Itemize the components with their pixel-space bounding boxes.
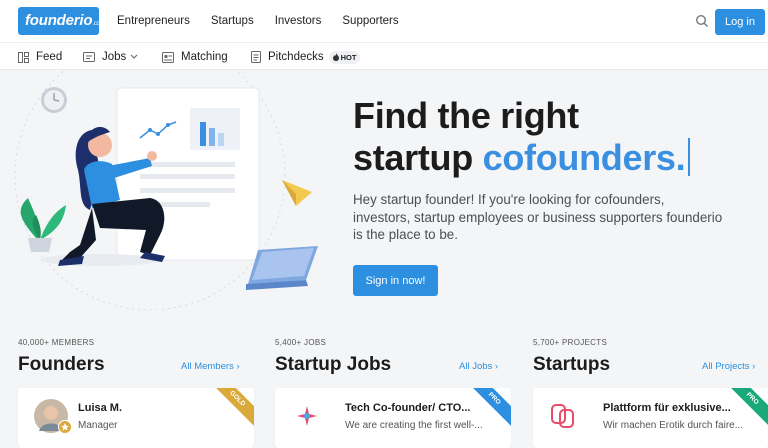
founder-role: Manager bbox=[78, 420, 118, 431]
jobs-section-header: 5,400+ JOBS Startup Jobs All Jobs › bbox=[275, 338, 498, 375]
all-jobs-link[interactable]: All Jobs › bbox=[459, 361, 498, 372]
sub-navbar: Feed Jobs Matching Pitchdecks HOT bbox=[0, 42, 768, 70]
nav-investors[interactable]: Investors bbox=[275, 15, 322, 27]
startups-section-header: 5,700+ PROJECTS Startups All Projects › bbox=[533, 338, 755, 375]
star-badge-icon bbox=[58, 420, 72, 434]
job-title: Tech Co-founder/ CTO... bbox=[345, 402, 471, 414]
founder-name: Luisa M. bbox=[78, 402, 123, 414]
feed-icon bbox=[18, 51, 29, 63]
startup-description: Wir machen Erotik durch faire... bbox=[603, 420, 744, 431]
hero-illustration bbox=[14, 70, 318, 310]
hot-badge: HOT bbox=[328, 50, 361, 64]
subnav-feed-label: Feed bbox=[36, 51, 63, 63]
founder-card[interactable]: Luisa M. Manager GOLD bbox=[18, 388, 254, 448]
main-nav: Entrepreneurs Startups Investors Support… bbox=[117, 0, 420, 42]
founders-kicker: 40,000+ MEMBERS bbox=[18, 338, 95, 347]
search-icon[interactable] bbox=[695, 14, 709, 28]
job-card[interactable]: Tech Co-founder/ CTO... We are creating … bbox=[275, 388, 511, 448]
nav-entrepreneurs[interactable]: Entrepreneurs bbox=[117, 15, 190, 27]
chevron-right-icon: › bbox=[752, 361, 756, 372]
job-description: We are creating the first well-... bbox=[345, 420, 483, 431]
startups-title: Startups bbox=[533, 354, 611, 375]
founders-section-header: 40,000+ MEMBERS Founders All Members › bbox=[18, 338, 240, 375]
hero-heading-line1: Find the right bbox=[353, 95, 579, 136]
subnav-matching[interactable]: Matching bbox=[162, 43, 228, 71]
document-board bbox=[116, 87, 260, 261]
jobs-kicker: 5,400+ JOBS bbox=[275, 338, 327, 347]
pitchdeck-icon bbox=[251, 51, 261, 63]
jobs-title: Startup Jobs bbox=[275, 354, 392, 375]
subnav-feed[interactable]: Feed bbox=[18, 43, 62, 71]
subnav-pitchdecks-label: Pitchdecks bbox=[268, 51, 324, 63]
founderio-logo[interactable]: founderio.com bbox=[18, 7, 105, 35]
all-projects-link[interactable]: All Projects › bbox=[702, 361, 755, 372]
subnav-matching-label: Matching bbox=[181, 51, 228, 63]
top-navbar: founderio.com Entrepreneurs Startups Inv… bbox=[0, 0, 768, 42]
chevron-right-icon: › bbox=[236, 361, 240, 372]
clock-icon bbox=[41, 87, 67, 113]
chevron-right-icon: › bbox=[494, 361, 499, 372]
startup-logo-icon bbox=[551, 404, 574, 428]
hero-heading-accent: cofounders. bbox=[482, 137, 686, 178]
sign-in-button[interactable]: Sign in now! bbox=[353, 265, 438, 296]
flame-icon bbox=[332, 53, 339, 61]
hero-heading-line2: startup bbox=[353, 137, 483, 178]
startup-card[interactable]: Plattform für exklusive... Wir machen Er… bbox=[533, 388, 768, 448]
gold-ribbon: GOLD bbox=[207, 388, 254, 429]
chevron-down-icon bbox=[130, 54, 138, 59]
text-cursor bbox=[688, 138, 691, 176]
plant-icon bbox=[20, 198, 66, 252]
subnav-pitchdecks[interactable]: Pitchdecks HOT bbox=[251, 43, 361, 71]
subnav-jobs-label: Jobs bbox=[102, 51, 127, 63]
founders-title: Founders bbox=[18, 354, 105, 375]
jobs-icon bbox=[83, 52, 95, 62]
login-button[interactable]: Log in bbox=[715, 9, 765, 35]
matching-icon bbox=[162, 51, 174, 63]
job-logo-icon bbox=[297, 406, 317, 426]
paper-plane-icon bbox=[282, 180, 312, 206]
nav-supporters[interactable]: Supporters bbox=[342, 15, 398, 27]
subnav-jobs[interactable]: Jobs bbox=[83, 43, 138, 71]
hero-heading: Find the right startup cofounders. bbox=[353, 95, 691, 179]
startups-kicker: 5,700+ PROJECTS bbox=[533, 338, 608, 347]
startup-title: Plattform für exklusive... bbox=[603, 402, 731, 414]
all-members-link[interactable]: All Members › bbox=[181, 361, 240, 372]
hero-description: Hey startup founder! If you're looking f… bbox=[353, 192, 723, 242]
nav-startups[interactable]: Startups bbox=[211, 15, 254, 27]
